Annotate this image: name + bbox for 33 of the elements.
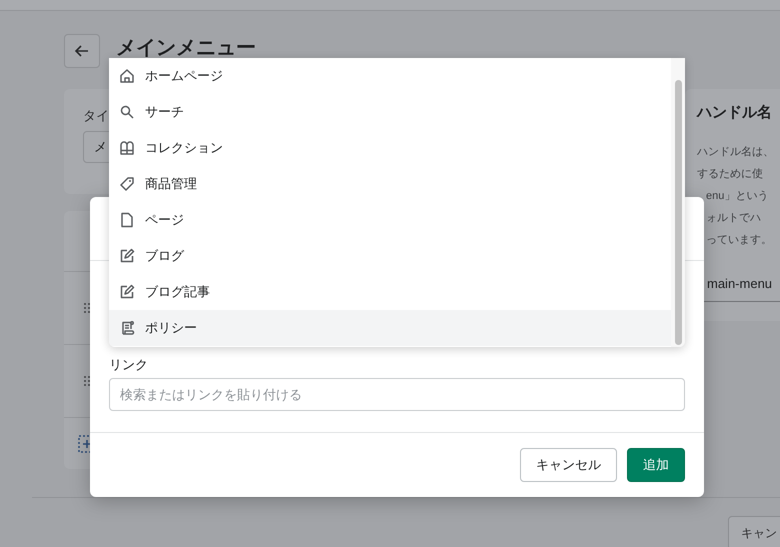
drag-handle-icon[interactable] <box>83 375 91 387</box>
document-icon <box>119 212 135 228</box>
dropdown-item[interactable]: コレクション <box>109 130 671 166</box>
dropdown-item[interactable]: 商品管理 <box>109 166 671 202</box>
edit-icon <box>119 284 135 300</box>
description-line: ォルトでハ <box>705 211 762 226</box>
card-title: ハンドル名 <box>697 103 773 123</box>
description-line: enu」という <box>705 189 770 204</box>
cancel-button[interactable]: キャンセル <box>520 448 617 482</box>
back-arrow-icon <box>74 43 90 59</box>
house-icon <box>119 68 135 84</box>
description-line: ハンドル名は、 <box>697 145 775 160</box>
scrollbar[interactable] <box>671 58 685 347</box>
add-button[interactable]: 追加 <box>627 448 685 482</box>
dropdown-item[interactable]: ポリシー <box>109 310 671 346</box>
dropdown-item[interactable]: ブログ <box>109 238 671 274</box>
field-label: リンク <box>109 356 149 374</box>
drag-handle-icon[interactable] <box>83 302 91 314</box>
tag-icon <box>119 176 135 192</box>
dropdown-item[interactable]: ホームページ <box>109 58 671 94</box>
back-button[interactable] <box>64 34 100 68</box>
description-line: するために使 <box>697 167 764 182</box>
dropdown-item[interactable]: ページ <box>109 202 671 238</box>
field-label: タイ <box>83 107 109 125</box>
dropdown-item[interactable]: ブログ記事 <box>109 274 671 310</box>
edit-icon <box>119 248 135 264</box>
link-input-field[interactable]: 検索またはリンクを貼り付ける <box>109 378 685 411</box>
book-icon <box>119 140 135 156</box>
cancel-button[interactable]: キャン <box>728 516 780 547</box>
dropdown-item[interactable]: サーチ <box>109 94 671 130</box>
search-icon <box>119 104 135 120</box>
page-title: メインメニュー <box>116 36 256 60</box>
description-line: っています。 <box>705 233 773 248</box>
